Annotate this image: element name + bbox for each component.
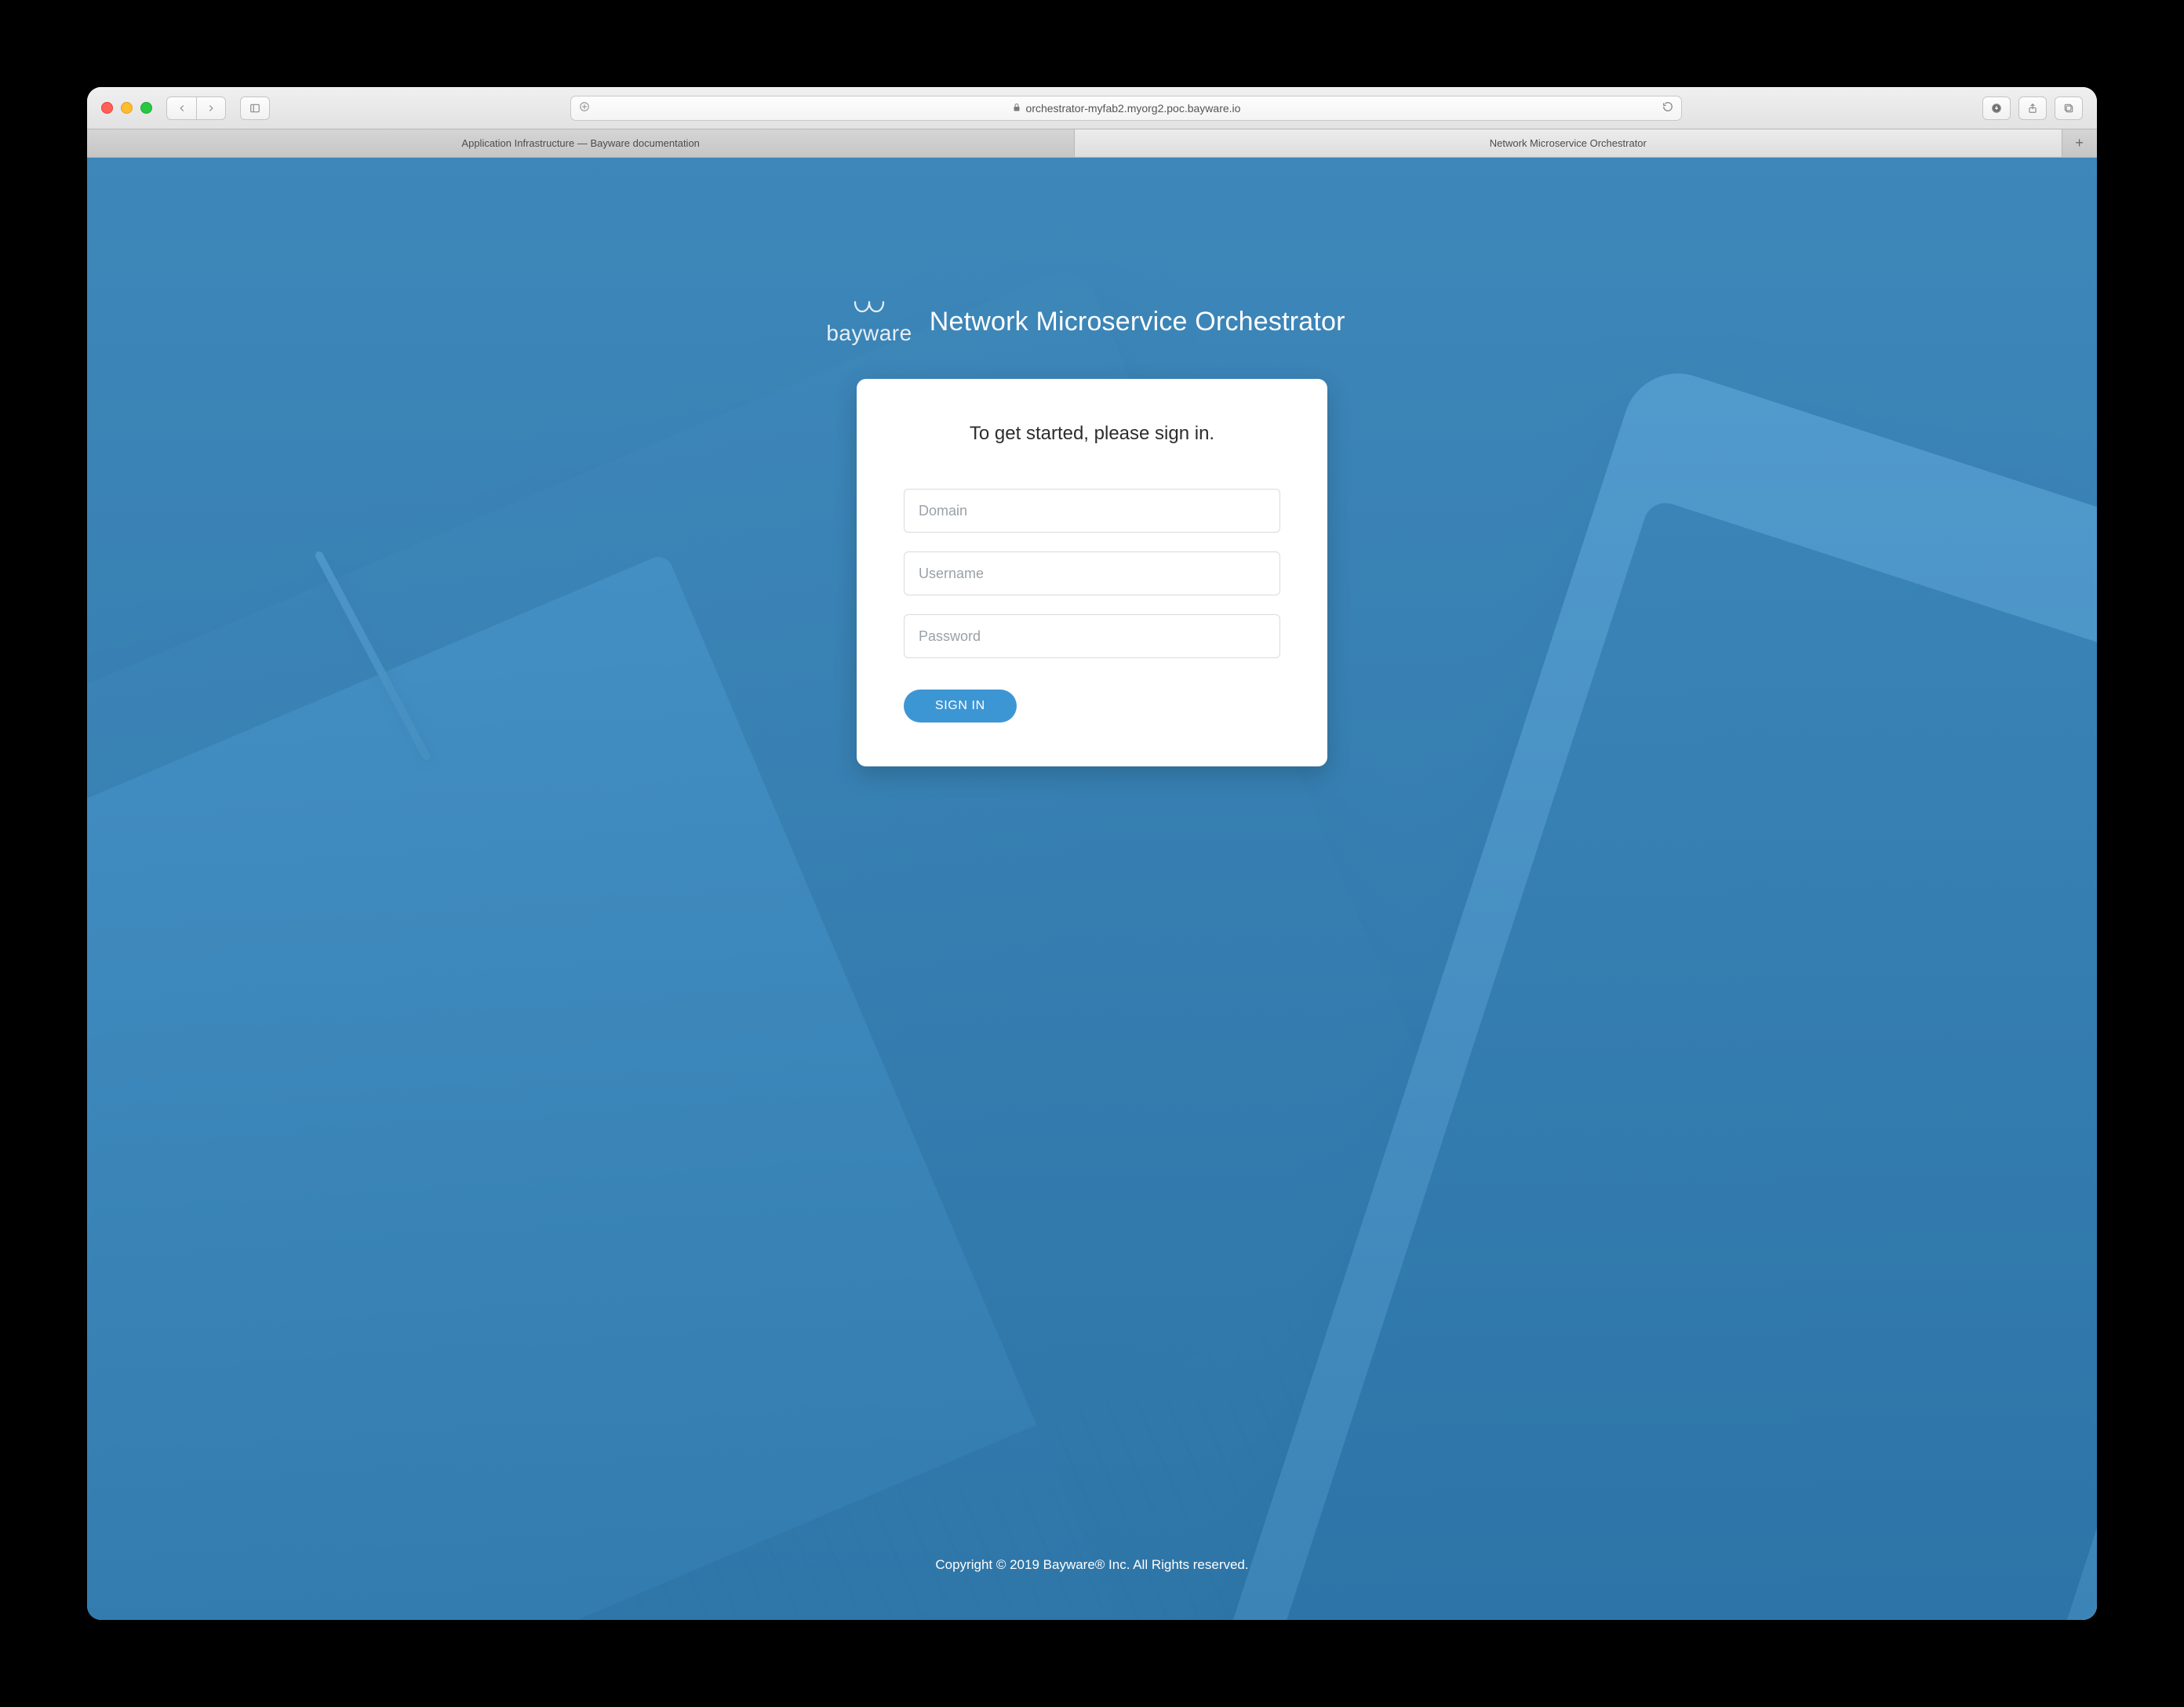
sidebar-toggle-button[interactable]: [240, 96, 270, 120]
copyright-text: Copyright © 2019 Bayware® Inc. All Right…: [87, 1557, 2096, 1573]
tab-documentation[interactable]: Application Infrastructure — Bayware doc…: [87, 129, 1075, 157]
browser-window: orchestrator-myfab2.myorg2.poc.bayware.i…: [87, 87, 2096, 1619]
signin-card: To get started, please sign in. SIGN IN: [857, 379, 1327, 766]
back-button[interactable]: [166, 96, 196, 120]
downloads-button[interactable]: [1982, 96, 2011, 120]
logo-text-suffix: ware: [863, 321, 912, 345]
forward-button[interactable]: [196, 96, 226, 120]
logo-mark-icon: [847, 299, 891, 324]
logo-text-prefix: bay: [826, 321, 863, 345]
address-bar[interactable]: orchestrator-myfab2.myorg2.poc.bayware.i…: [570, 96, 1682, 121]
password-field[interactable]: [904, 614, 1280, 658]
tab-orchestrator[interactable]: Network Microservice Orchestrator: [1075, 129, 2062, 157]
tab-label: Application Infrastructure — Bayware doc…: [461, 137, 700, 149]
reload-icon[interactable]: [1662, 101, 1673, 115]
fullscreen-window-button[interactable]: [140, 102, 152, 114]
lock-icon: [1012, 102, 1021, 115]
browser-toolbar: orchestrator-myfab2.myorg2.poc.bayware.i…: [87, 87, 2096, 129]
history-nav: [166, 96, 226, 120]
signin-heading: To get started, please sign in.: [904, 423, 1280, 445]
new-tab-button[interactable]: +: [2062, 129, 2097, 157]
app-title: Network Microservice Orchestrator: [930, 307, 1345, 337]
tab-label: Network Microservice Orchestrator: [1490, 137, 1647, 149]
domain-field[interactable]: [904, 489, 1280, 533]
window-controls: [101, 102, 152, 114]
tabs-overview-button[interactable]: [2055, 96, 2083, 120]
username-field[interactable]: [904, 551, 1280, 595]
minimize-window-button[interactable]: [121, 102, 133, 114]
brand-row: bayware Network Microservice Orchestrato…: [826, 299, 1345, 344]
site-settings-icon[interactable]: [579, 101, 590, 115]
page-viewport: bayware Network Microservice Orchestrato…: [87, 158, 2096, 1619]
bayware-logo: bayware: [826, 299, 912, 344]
close-window-button[interactable]: [101, 102, 113, 114]
signin-button[interactable]: SIGN IN: [904, 690, 1017, 722]
address-bar-host: orchestrator-myfab2.myorg2.poc.bayware.i…: [1026, 102, 1241, 115]
share-button[interactable]: [2018, 96, 2047, 120]
tab-strip: Application Infrastructure — Bayware doc…: [87, 129, 2096, 158]
toolbar-right: [1982, 96, 2083, 120]
address-bar-container: orchestrator-myfab2.myorg2.poc.bayware.i…: [284, 96, 1967, 121]
page-content: bayware Network Microservice Orchestrato…: [87, 158, 2096, 1619]
